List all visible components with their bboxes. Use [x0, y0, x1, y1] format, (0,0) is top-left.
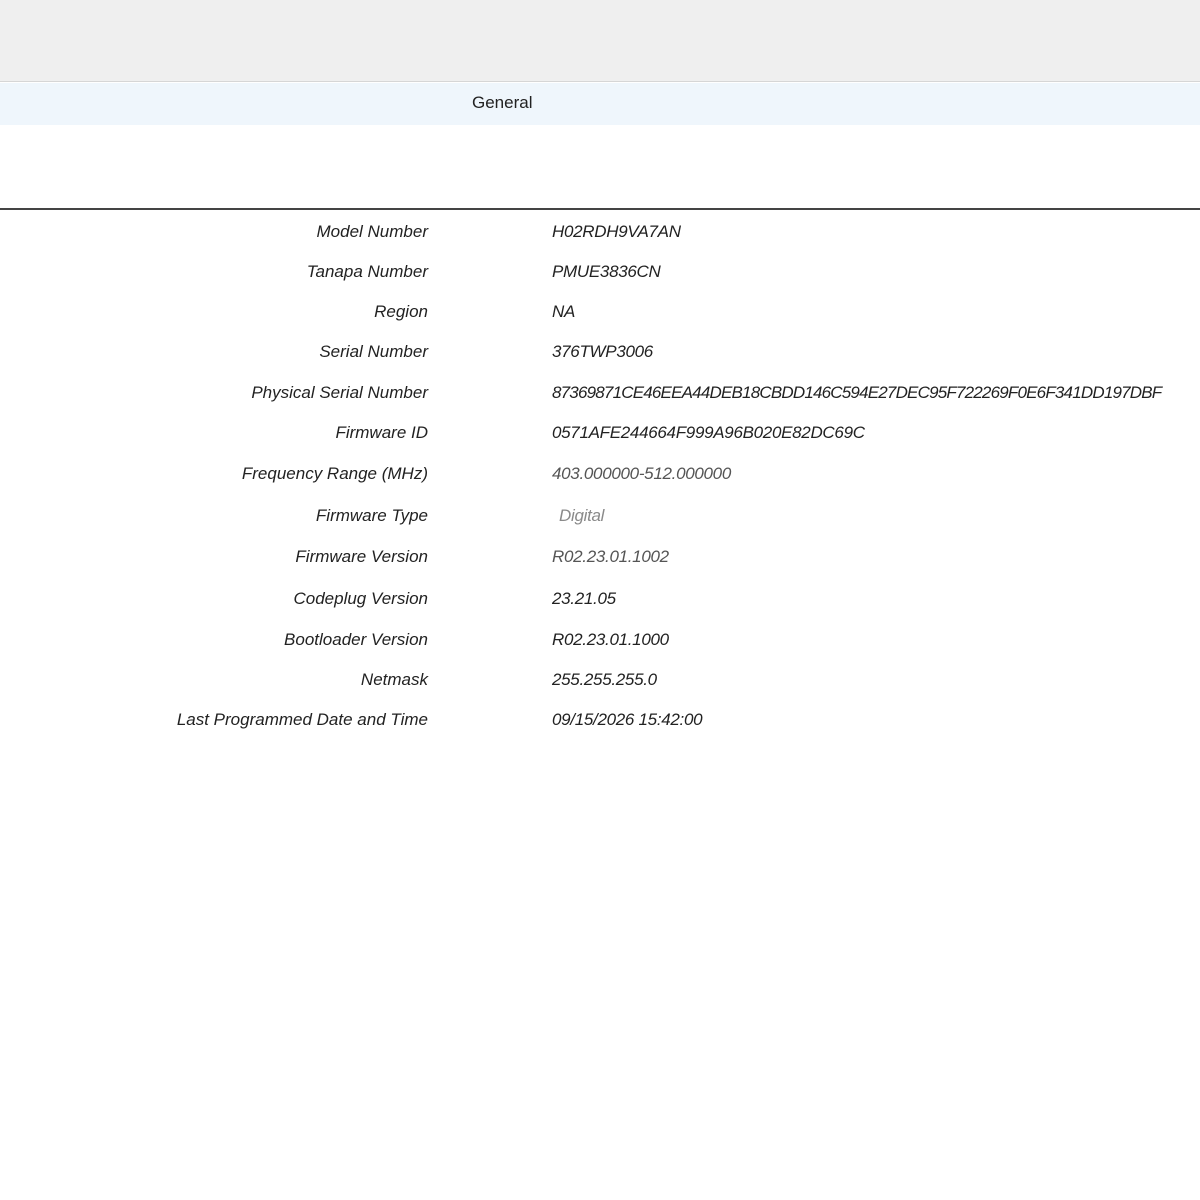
firmware-version-value: R02.23.01.1002 — [552, 547, 669, 566]
netmask-value: 255.255.255.0 — [552, 670, 657, 689]
last-programmed-label: Last Programmed Date and Time — [176, 710, 428, 729]
info-row-bootloader-version: Bootloader Version R02.23.01.1000 — [0, 624, 1200, 654]
firmware-version-label: Firmware Version — [295, 547, 428, 566]
firmware-type-value: Digital — [559, 506, 605, 525]
info-row-physical-serial-number: Physical Serial Number 87369871CE46EEA44… — [0, 377, 1200, 407]
serial-number-value: 376TWP3006 — [552, 342, 653, 361]
toolbar-area — [0, 0, 1200, 82]
info-row-tanapa-number: Tanapa Number PMUE3836CN — [0, 256, 1200, 286]
physical-serial-number-label: Physical Serial Number — [251, 383, 428, 402]
last-programmed-value: 09/15/2026 15:42:00 — [552, 710, 703, 729]
info-row-firmware-type: Firmware Type Digital — [0, 500, 1200, 530]
netmask-label: Netmask — [360, 670, 428, 689]
tanapa-number-value: PMUE3836CN — [552, 262, 661, 281]
region-value: NA — [552, 302, 576, 321]
section-title: General — [472, 93, 533, 112]
bootloader-version-value: R02.23.01.1000 — [552, 630, 669, 649]
section-header-general[interactable]: General — [0, 83, 1200, 125]
info-row-firmware-id: Firmware ID 0571AFE244664F999A96B020E82D… — [0, 417, 1200, 447]
info-row-model-number: Model Number H02RDH9VA7AN — [0, 216, 1200, 246]
info-row-region: Region NA — [0, 296, 1200, 326]
frequency-range-label: Frequency Range (MHz) — [241, 464, 428, 483]
bootloader-version-label: Bootloader Version — [284, 630, 428, 649]
tanapa-number-label: Tanapa Number — [306, 262, 428, 281]
codeplug-version-label: Codeplug Version — [293, 589, 428, 608]
model-number-value: H02RDH9VA7AN — [552, 222, 681, 241]
region-label: Region — [374, 302, 428, 321]
physical-serial-number-value: 87369871CE46EEA44DEB18CBDD146C594E27DEC9… — [552, 383, 1162, 402]
frequency-range-value: 403.000000-512.000000 — [552, 464, 731, 483]
codeplug-version-value: 23.21.05 — [552, 589, 616, 608]
firmware-id-value: 0571AFE244664F999A96B020E82DC69C — [552, 423, 865, 442]
info-row-codeplug-version: Codeplug Version 23.21.05 — [0, 583, 1200, 613]
info-row-frequency-range: Frequency Range (MHz) 403.000000-512.000… — [0, 458, 1200, 488]
info-row-netmask: Netmask 255.255.255.0 — [0, 664, 1200, 694]
firmware-id-label: Firmware ID — [335, 423, 428, 442]
model-number-label: Model Number — [316, 222, 429, 241]
info-row-serial-number: Serial Number 376TWP3006 — [0, 336, 1200, 366]
info-row-firmware-version: Firmware Version R02.23.01.1002 — [0, 541, 1200, 571]
info-row-last-programmed: Last Programmed Date and Time 09/15/2026… — [0, 704, 1200, 734]
firmware-type-label: Firmware Type — [315, 506, 428, 525]
section-divider — [0, 208, 1200, 210]
serial-number-label: Serial Number — [319, 342, 428, 361]
